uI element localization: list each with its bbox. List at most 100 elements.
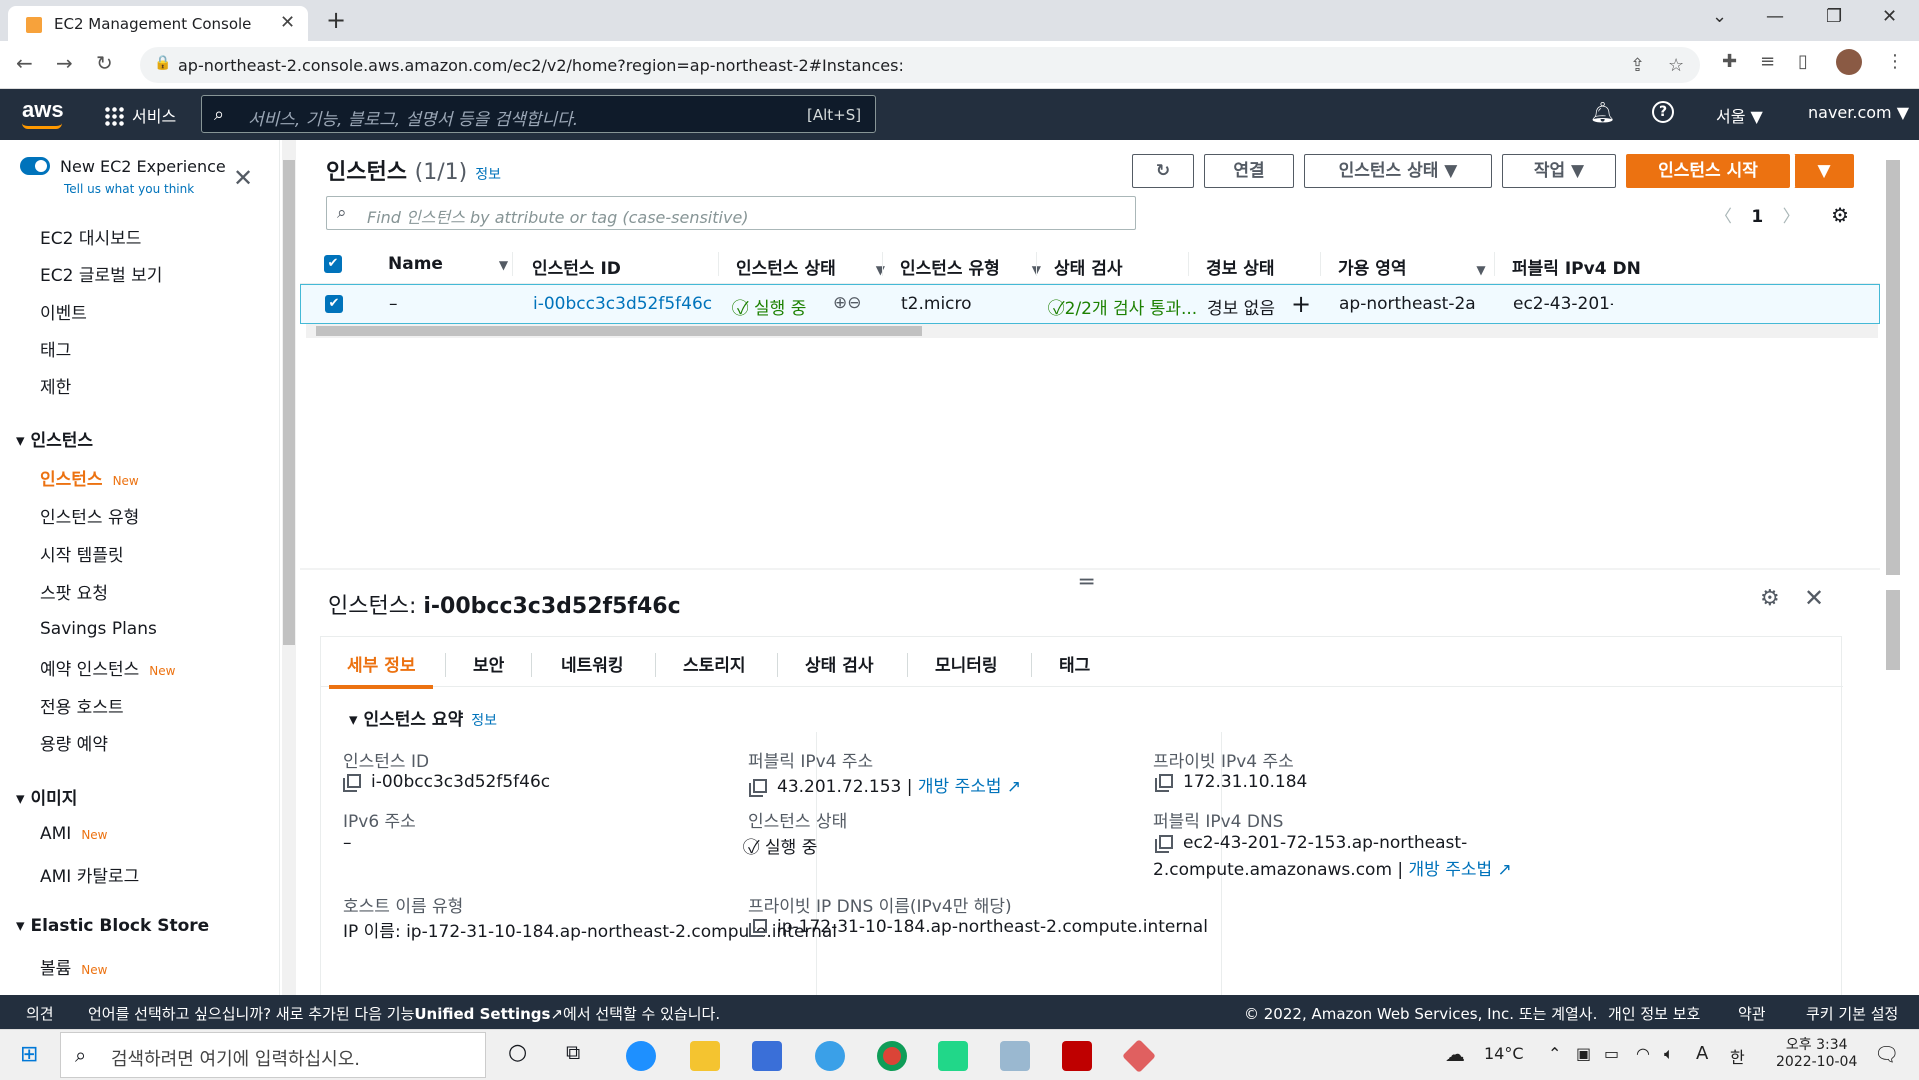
refresh-button[interactable]: ↻ [1132,154,1194,188]
feedback-link[interactable]: Tell us what you think [64,182,194,196]
volume-icon[interactable]: 🔈︎ [1664,1044,1674,1064]
edge-icon[interactable] [626,1041,656,1071]
unified-settings-link[interactable]: Unified Settings [414,1005,550,1023]
sidebar-item-capacity[interactable]: 용량 예약 [40,730,108,755]
tab-list-icon[interactable]: ⌄ [1712,6,1727,27]
sidebar-item-global-view[interactable]: EC2 글로벌 보기 [40,261,162,286]
table-row[interactable]: ✔ – i-00bcc3c3d52f5f46c ✓⃝ 실행 중 ⊕⊖ t2.mi… [300,284,1880,324]
sidepanel-icon[interactable]: ▯ [1798,51,1808,72]
back-icon[interactable]: ← [16,51,33,75]
prev-page-icon[interactable]: 〈 [1715,207,1732,227]
network-icon[interactable]: ▣ [1576,1044,1591,1063]
share-icon[interactable]: ⇪ [1630,55,1645,76]
value-private-ipv4[interactable]: 172.31.10.184 [1159,772,1307,792]
copy-icon[interactable] [1159,835,1173,849]
launch-instances-button[interactable]: 인스턴스 시작 [1626,154,1790,188]
tab-details[interactable]: 세부 정보 [328,651,435,689]
sourcetree-icon[interactable] [1122,1039,1156,1073]
browser-tab[interactable]: EC2 Management Console ✕ [8,6,308,41]
table-horizontal-scrollbar[interactable] [306,324,1878,338]
chrome-icon[interactable] [877,1041,907,1071]
cell-status-check[interactable]: ✓⃝2/2개 검사 통과... [1053,294,1197,319]
sidebar-item-launch-templates[interactable]: 시작 템플릿 [40,541,124,566]
copy-icon[interactable] [753,779,767,793]
row-checkbox[interactable]: ✔ [325,295,343,313]
page-number[interactable]: 1 [1751,207,1763,227]
pycharm-icon[interactable] [938,1041,968,1071]
col-alarm[interactable]: 경보 상태 [1206,254,1274,279]
forward-icon[interactable]: → [56,51,73,75]
app-icon[interactable] [1000,1041,1030,1071]
task-view-icon[interactable]: ⧉ [566,1040,580,1064]
media-icon[interactable]: ≡ [1760,51,1775,72]
windows-start-icon[interactable]: ⊞ [20,1042,38,1067]
summary-info-link[interactable]: 정보 [471,713,497,729]
sidebar-item-dashboard[interactable]: EC2 대시보드 [40,224,141,249]
sidebar-item-tags[interactable]: 태그 [40,336,71,361]
bookmark-star-icon[interactable]: ☆ [1668,55,1684,76]
copy-icon[interactable] [753,919,767,933]
tray-chevron-icon[interactable]: ⌃ [1548,1044,1561,1063]
restore-icon[interactable]: ❐ [1826,6,1842,27]
sidebar-item-spot-requests[interactable]: 스팟 요청 [40,579,108,604]
sidebar-item-ami[interactable]: AMI New [40,824,108,844]
privacy-link[interactable]: 개인 정보 보호 [1608,1003,1700,1024]
col-instance-id[interactable]: 인스턴스 ID [532,254,621,279]
value-instance-id[interactable]: i-00bcc3c3d52f5f46c [347,772,550,792]
sidebar-item-ami-catalog[interactable]: AMI 카탈로그 [40,862,139,887]
aws-logo[interactable]: aws [22,97,64,129]
cortana-icon[interactable]: ○ [508,1040,527,1065]
cell-instance-id[interactable]: i-00bcc3c3d52f5f46c [533,294,712,314]
new-tab-icon[interactable]: + [326,6,346,34]
extensions-icon[interactable]: ✚ [1722,51,1737,72]
ime-mode-korean[interactable]: 한 [1730,1044,1745,1068]
instance-filter-input[interactable]: ⌕ Find 인스턴스 by attribute or tag (case-se… [326,196,1136,230]
col-public-dns[interactable]: 퍼블릭 IPv4 DN [1512,254,1641,279]
value-public-dns-1[interactable]: ec2-43-201-72-153.ap-northeast- [1159,833,1467,853]
tab-tags[interactable]: 태그 [1059,651,1090,676]
clock[interactable]: 오후 3:34 2022-10-04 [1776,1034,1857,1070]
actions-button[interactable]: 작업 ▼ [1502,154,1616,188]
address-bar[interactable]: 🔒 ap-northeast-2.console.aws.amazon.com/… [140,47,1700,83]
tab-storage[interactable]: 스토리지 [683,651,746,676]
sidebar-item-dedicated-hosts[interactable]: 전용 호스트 [40,693,124,718]
value-public-ipv4[interactable]: 43.201.72.153 | 개방 주소법 ↗ [753,772,1021,797]
filezilla-icon[interactable] [1062,1041,1092,1071]
tab-monitoring[interactable]: 모니터링 [935,651,998,676]
sidebar-item-limits[interactable]: 제한 [40,373,71,398]
minimize-icon[interactable]: — [1766,6,1784,27]
sidebar-item-volumes[interactable]: 볼륨 New [40,954,107,979]
zoom-icons[interactable]: ⊕⊖ [833,293,862,313]
new-experience-toggle[interactable] [20,157,50,175]
notification-icon[interactable]: 🗨︎ [1874,1042,1899,1066]
instance-state-button[interactable]: 인스턴스 상태 ▼ [1304,154,1492,188]
col-name[interactable]: Name ▼ [388,254,508,274]
launch-dropdown-button[interactable]: ▼ [1794,154,1854,188]
window-close-icon[interactable]: ✕ [1882,6,1897,27]
detail-close-icon[interactable]: ✕ [1804,584,1824,612]
tab-security[interactable]: 보안 [473,651,504,676]
sidebar-scrollbar[interactable] [282,140,296,995]
connect-button[interactable]: 연결 [1204,154,1294,188]
menu-icon[interactable]: ⋮ [1886,51,1904,72]
sidebar-item-instances[interactable]: 인스턴스 New [40,465,139,490]
cookie-link[interactable]: 쿠키 기본 설정 [1806,1003,1898,1024]
ime-mode-a[interactable]: A [1696,1043,1708,1064]
add-alarm-icon[interactable]: + [1291,290,1311,318]
preferences-gear-icon[interactable]: ⚙ [1831,203,1849,227]
summary-header[interactable]: ▾ 인스턴스 요약 정보 [349,705,497,730]
sidebar-close-icon[interactable]: ✕ [233,164,253,192]
reload-icon[interactable]: ↻ [96,51,113,75]
aws-search-input[interactable]: ⌕ 서비스, 기능, 블로그, 설명서 등을 검색합니다. [Alt+S] [201,95,876,133]
ie-icon[interactable] [815,1041,845,1071]
wifi-icon[interactable]: ◠ [1636,1044,1650,1063]
bell-icon[interactable]: 🔔︎ [1590,100,1615,124]
col-state[interactable]: 인스턴스 상태 ▼ [736,254,885,279]
temperature[interactable]: 14°C [1484,1044,1524,1063]
next-page-icon[interactable]: 〉 [1783,207,1800,227]
main-scrollbar[interactable] [1882,140,1904,995]
sidebar-item-instance-types[interactable]: 인스턴스 유형 [40,503,139,528]
copy-icon[interactable] [1159,774,1173,788]
file-explorer-icon[interactable] [690,1041,720,1071]
region-selector[interactable]: 서울 ▼ [1716,103,1763,127]
